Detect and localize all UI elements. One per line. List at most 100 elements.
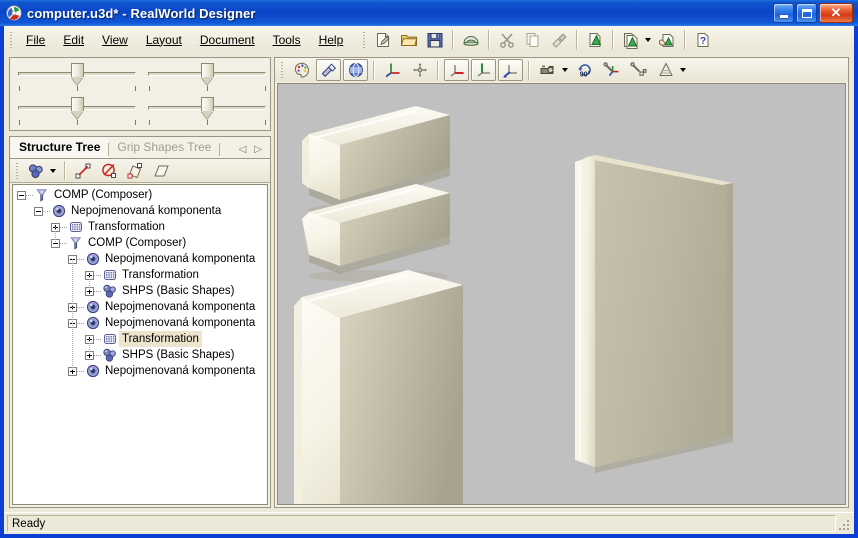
tree-item[interactable]: SHPS (Basic Shapes) [85,283,238,299]
tree-item[interactable]: Nepojmenovaná komponenta [68,251,258,267]
flashlight-icon [321,63,336,78]
slider-bottom-left[interactable] [18,95,136,129]
open-document-button[interactable] [397,28,421,51]
move-gizmo-button[interactable] [407,59,432,81]
slider-thumb[interactable] [71,63,84,85]
tab-structure-tree[interactable]: Structure Tree [10,137,109,158]
preview-button[interactable] [459,28,483,51]
toolbar-separator-1 [452,30,455,49]
component-icon [85,299,101,315]
edit-node-button[interactable] [123,159,147,182]
move-node-button[interactable] [71,159,95,182]
tab-next-arrow-icon[interactable]: ▷ [254,145,262,155]
tree-toolbar-gripper[interactable] [13,161,21,181]
minimize-button[interactable] [773,3,794,23]
viewport-toolbar-gripper[interactable] [278,60,286,80]
slider-thumb[interactable] [71,97,84,119]
window-title: computer.u3d* - RealWorld Designer [27,5,256,21]
axes-button[interactable] [380,59,405,81]
tree-item[interactable]: Nepojmenovaná komponenta [68,363,258,379]
tree-item[interactable]: SHPS (Basic Shapes) [85,347,238,363]
close-button[interactable]: ✕ [819,3,853,23]
tab-prev-arrow-icon[interactable]: ◁ [239,145,247,155]
light-button[interactable] [316,59,341,81]
slider-thumb[interactable] [201,63,214,85]
resize-grip[interactable] [836,516,852,532]
tree-item[interactable]: Transformation [51,219,168,235]
disable-node-button[interactable] [97,159,121,182]
tree-item[interactable]: Transformation [85,331,202,347]
tree-connector [94,354,102,356]
redo-dropdown-caret[interactable] [645,37,652,42]
pin-axes-button[interactable] [599,59,624,81]
tree-item[interactable]: COMP (Composer) [17,187,155,203]
menu-item-document[interactable]: Document [191,30,264,50]
paste-button[interactable] [547,28,571,51]
camera-dropdown-caret[interactable] [562,68,568,72]
palette-button[interactable] [289,59,314,81]
parallelogram-button[interactable] [149,159,173,182]
component-icon [85,363,101,379]
collapse-icon[interactable] [17,190,26,200]
slider-top-left[interactable] [18,61,136,95]
save-document-button[interactable] [423,28,447,51]
tree-item[interactable]: Nepojmenovaná komponenta [68,299,258,315]
tree-connector [77,258,85,260]
title-bar[interactable]: computer.u3d* - RealWorld Designer ✕ [0,0,858,26]
tree-guide-line [72,259,73,371]
tree-item[interactable]: Transformation [85,267,202,283]
rotate-90-button[interactable]: 90° [572,59,597,81]
tree-connector [43,210,51,212]
menu-item-help[interactable]: Help [310,30,353,50]
help-button[interactable]: ? [691,28,715,51]
tree-item-label: Transformation [122,269,199,281]
preview-icon [463,35,479,46]
copy-button[interactable] [521,28,545,51]
undo-button[interactable] [583,28,607,51]
cut-button[interactable] [495,28,519,51]
maximize-button[interactable] [796,3,817,23]
shapes-dropdown-button[interactable] [24,159,48,182]
structure-tree-view[interactable]: COMP (Composer) Nepojmenovaná komponenta T… [12,184,268,505]
sliders-panel [9,57,271,131]
menu-item-view[interactable]: View [93,30,137,50]
red-arrow-node-icon [75,163,91,178]
tree-item[interactable]: Nepojmenovaná komponenta [34,203,224,219]
menu-item-tools[interactable]: Tools [264,30,310,50]
apply-button[interactable] [655,28,679,51]
hand-page-icon [659,33,674,47]
menu-item-layout[interactable]: Layout [137,30,191,50]
axis-y-button[interactable] [471,59,496,81]
application-window: computer.u3d* - RealWorld Designer ✕ Fil… [0,0,858,538]
slider-top-right[interactable] [148,61,266,95]
tree-connector [94,274,102,276]
menu-label-file: File [26,32,46,47]
cone-dropdown-caret[interactable] [680,68,686,72]
menu-item-file[interactable]: File [17,30,54,50]
green-triangle-pages-icon [624,32,638,49]
camera-icon [540,65,554,74]
slider-bottom-right[interactable] [148,95,266,129]
slider-thumb[interactable] [201,97,214,119]
viewport-3d[interactable] [277,83,846,505]
camera-button[interactable] [535,59,560,81]
tree-item-label: Nepojmenovaná komponenta [105,301,256,313]
redo-button[interactable] [619,28,643,51]
axis-z-button[interactable] [498,59,523,81]
pin-point-button[interactable] [626,59,651,81]
menu-item-edit[interactable]: Edit [54,30,93,50]
tree-item[interactable]: COMP (Composer) [51,235,189,251]
viewport-separator-3 [528,60,530,80]
tab-grip-shapes-tree[interactable]: Grip Shapes Tree [109,137,219,158]
menu-gripper[interactable] [7,30,15,50]
tree-item[interactable]: Nepojmenovaná komponenta [68,315,258,331]
globe-button[interactable] [343,59,368,81]
shapes-dropdown-caret[interactable] [50,168,56,173]
new-document-button[interactable] [371,28,395,51]
cone-light-button[interactable] [653,59,678,81]
tree-item-label: Nepojmenovaná komponenta [105,253,256,265]
menu-label-tools: Tools [272,32,301,47]
toolbar-gripper[interactable] [360,30,368,50]
collapse-icon[interactable] [34,206,43,216]
axis-x-button[interactable] [444,59,469,81]
